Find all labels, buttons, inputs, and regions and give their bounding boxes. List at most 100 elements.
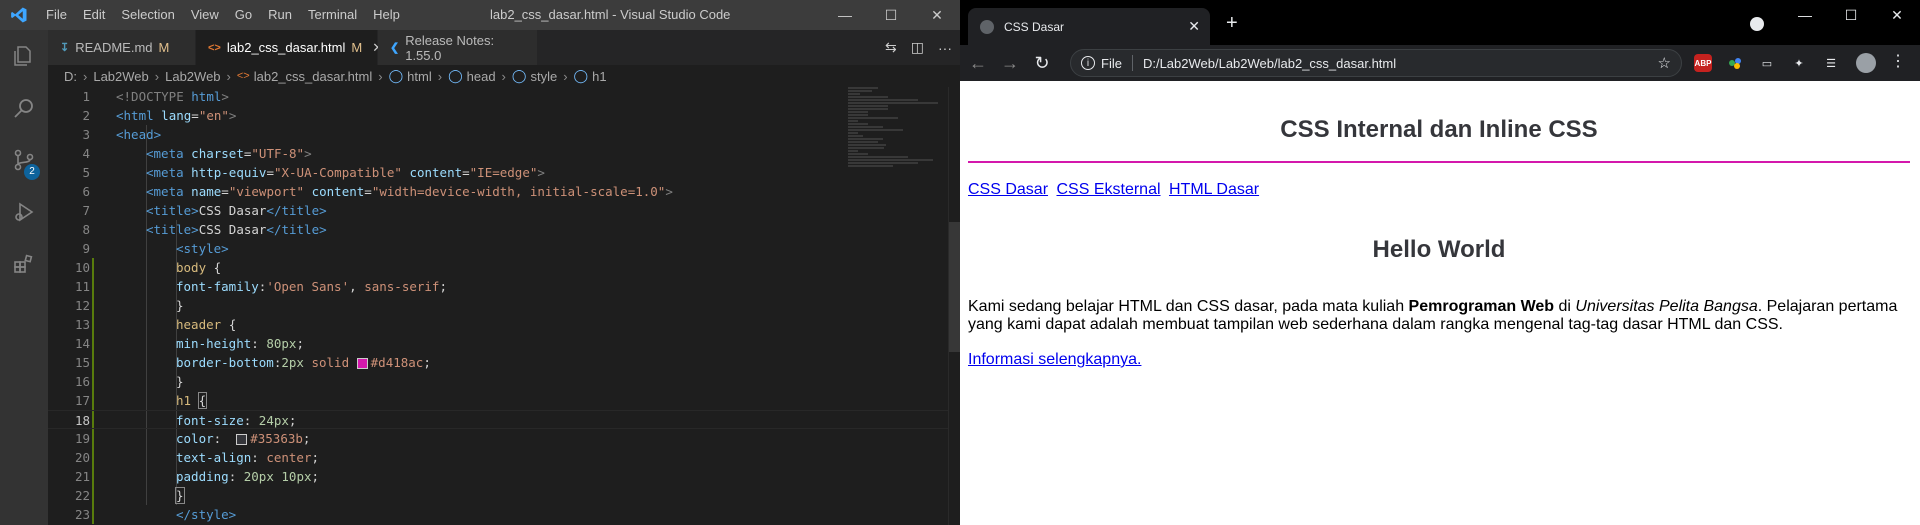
- line-number: 7: [82, 203, 90, 218]
- open-changes-icon[interactable]: ⇆: [885, 39, 897, 56]
- extensions-icon[interactable]: [0, 238, 48, 290]
- token: </title>: [266, 203, 327, 218]
- extension-color-icon[interactable]: [1726, 54, 1744, 72]
- nav-link-css-eksternal[interactable]: CSS Eksternal: [1056, 181, 1160, 198]
- token: charset: [191, 146, 244, 161]
- paragraph-text: di: [1554, 298, 1576, 315]
- line-number: 14: [74, 336, 90, 351]
- menu-run[interactable]: Run: [260, 0, 300, 30]
- line-number: 11: [74, 279, 90, 294]
- chrome-menu-icon[interactable]: ⋮: [1890, 51, 1906, 71]
- browser-toolbar: ← → ↻ i File D:/Lab2Web/Lab2Web/lab2_css…: [960, 45, 1920, 81]
- code-line: 11 font-family:'Open Sans', sans-serif;: [48, 277, 960, 296]
- run-debug-icon[interactable]: [0, 186, 48, 238]
- editor-scrollbar[interactable]: [948, 87, 960, 525]
- new-tab-icon[interactable]: +: [1226, 12, 1238, 35]
- breadcrumb-item[interactable]: h1: [592, 69, 606, 84]
- info-icon[interactable]: i: [1081, 56, 1095, 70]
- extensions-puzzle-icon[interactable]: ✦: [1790, 54, 1808, 72]
- breadcrumb-item[interactable]: head: [467, 69, 496, 84]
- code-editor[interactable]: 1 <!DOCTYPE html> 2 <html lang="en"> 3 <hea…: [48, 87, 960, 525]
- code-line: 23 </style>: [48, 505, 960, 524]
- close-tab-icon[interactable]: ✕: [1188, 18, 1200, 35]
- extension-cube-icon[interactable]: ▭: [1758, 54, 1776, 72]
- menu-view[interactable]: View: [183, 0, 227, 30]
- line-number: 19: [74, 431, 90, 446]
- vscode-title-bar: File Edit Selection View Go Run Terminal…: [0, 0, 960, 30]
- token: center: [266, 450, 312, 465]
- token: <style>: [176, 241, 229, 256]
- breadcrumb-item[interactable]: Lab2Web: [165, 69, 220, 84]
- tab-release-notes[interactable]: ❮ Release Notes: 1.55.0: [378, 30, 538, 65]
- code-line: 7 <title>CSS Dasar</title>: [48, 201, 960, 220]
- code-line: 10 body {: [48, 258, 960, 277]
- minimize-icon[interactable]: —: [1782, 0, 1828, 30]
- more-info-link[interactable]: Informasi selengkapnya.: [968, 351, 1141, 369]
- media-queue-icon[interactable]: ☰: [1822, 54, 1840, 72]
- maximize-icon[interactable]: ☐: [868, 0, 914, 30]
- token: CSS Dasar: [198, 203, 267, 218]
- code-line: 4 <meta charset="UTF-8">: [48, 144, 960, 163]
- element-icon: ◯: [388, 68, 404, 83]
- profile-avatar[interactable]: [1856, 53, 1876, 73]
- markdown-icon: ↧: [60, 42, 70, 54]
- address-bar[interactable]: i File D:/Lab2Web/Lab2Web/lab2_css_dasar…: [1070, 49, 1682, 77]
- token: body: [176, 260, 207, 275]
- paragraph-italic: Universitas Pelita Bangsa: [1575, 298, 1758, 315]
- explorer-icon[interactable]: [0, 30, 48, 82]
- close-icon[interactable]: ✕: [914, 0, 960, 30]
- line-number: 13: [74, 317, 90, 332]
- editor-actions: ⇆ ◫ ···: [885, 30, 952, 65]
- browser-tab[interactable]: CSS Dasar ✕: [968, 8, 1210, 45]
- paragraph-text: Kami sedang belajar HTML dan CSS dasar, …: [968, 298, 1409, 315]
- back-icon[interactable]: ←: [964, 45, 992, 81]
- token: sans-serif: [364, 279, 440, 294]
- search-icon[interactable]: [0, 82, 48, 134]
- globe-icon: [980, 19, 994, 34]
- breadcrumb-item[interactable]: style: [530, 69, 557, 84]
- breadcrumb-item[interactable]: lab2_css_dasar.html: [254, 69, 373, 84]
- breadcrumb-item[interactable]: html: [407, 69, 432, 84]
- code-line: 15 border-bottom:2px solid #d418ac;: [48, 353, 960, 372]
- close-icon[interactable]: ✕: [1874, 0, 1920, 30]
- source-control-icon[interactable]: 2: [0, 134, 48, 186]
- maximize-icon[interactable]: ☐: [1828, 0, 1874, 30]
- code-line: 21 padding: 20px 10px;: [48, 467, 960, 486]
- minimap[interactable]: [848, 87, 948, 197]
- minimize-icon[interactable]: —: [822, 0, 868, 30]
- menu-file[interactable]: File: [38, 0, 75, 30]
- scroll-thumb[interactable]: [949, 222, 960, 352]
- color-swatch[interactable]: [236, 434, 248, 445]
- line-number: 1: [82, 89, 90, 104]
- line-number: 22: [74, 488, 90, 503]
- menu-edit[interactable]: Edit: [75, 0, 113, 30]
- breadcrumb-item[interactable]: D:: [64, 69, 77, 84]
- code-line: 22}: [48, 486, 960, 505]
- modified-badge: M: [158, 40, 170, 55]
- tab-lab2-css-dasar[interactable]: <> lab2_css_dasar.html M ✕: [196, 30, 383, 65]
- bookmark-star-icon[interactable]: ☆: [1658, 54, 1671, 72]
- more-actions-icon[interactable]: ···: [938, 40, 952, 56]
- nav-link-html-dasar[interactable]: HTML Dasar: [1169, 181, 1259, 198]
- element-icon: ◯: [511, 68, 527, 83]
- chevron-right-icon: ›: [501, 68, 506, 84]
- token: <meta: [146, 146, 184, 161]
- menu-selection[interactable]: Selection: [113, 0, 182, 30]
- forward-icon[interactable]: →: [996, 45, 1024, 81]
- adblock-plus-icon[interactable]: ABP: [1694, 54, 1712, 72]
- reload-icon[interactable]: ↻: [1028, 45, 1056, 81]
- token: content: [409, 165, 463, 180]
- line-number: 17: [74, 393, 90, 408]
- menu-help[interactable]: Help: [365, 0, 408, 30]
- nav-link-css-dasar[interactable]: CSS Dasar: [968, 181, 1048, 198]
- split-editor-icon[interactable]: ◫: [911, 39, 924, 56]
- menu-terminal[interactable]: Terminal: [300, 0, 365, 30]
- token: }: [176, 374, 184, 389]
- color-swatch[interactable]: [356, 358, 368, 369]
- menu-go[interactable]: Go: [227, 0, 260, 30]
- token: border-bottom: [176, 355, 274, 370]
- tab-search-icon[interactable]: [1750, 17, 1764, 31]
- tab-label: lab2_css_dasar.html: [226, 40, 346, 55]
- breadcrumb-item[interactable]: Lab2Web: [93, 69, 148, 84]
- tab-readme[interactable]: ↧ README.md M: [48, 30, 196, 65]
